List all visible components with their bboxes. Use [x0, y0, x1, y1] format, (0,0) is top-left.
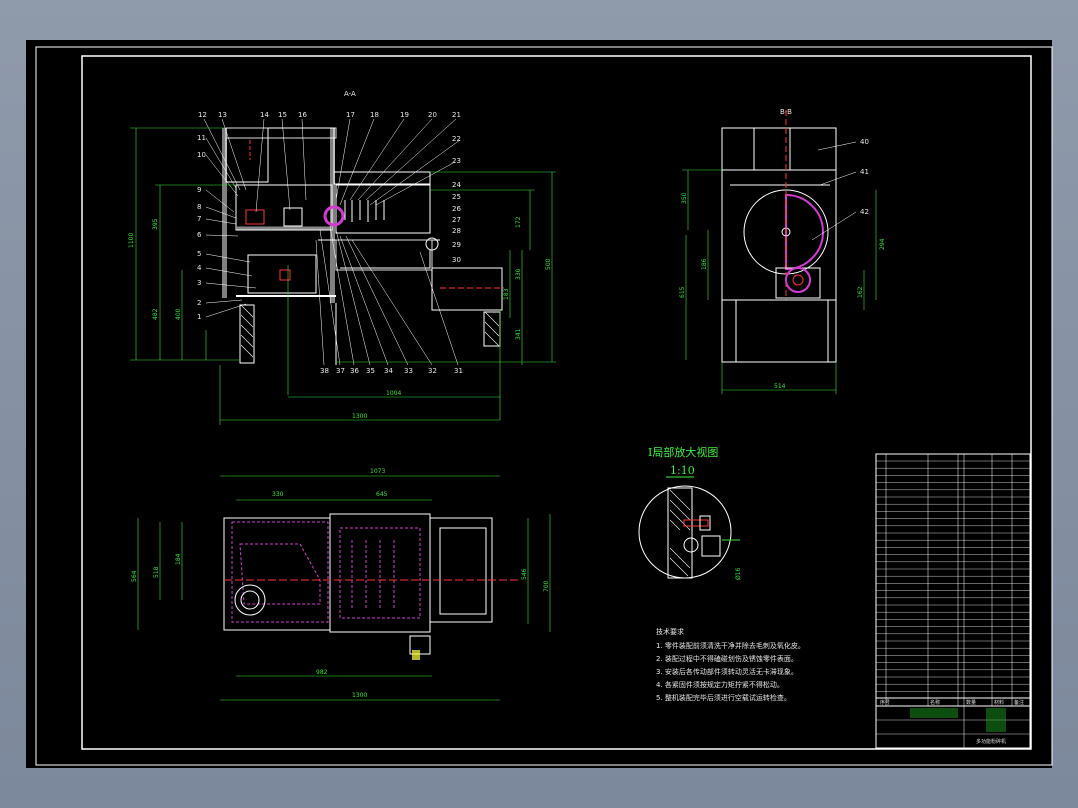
dim-text: 982 [316, 669, 328, 676]
part-no: 31 [454, 367, 463, 375]
part-no: 35 [366, 367, 375, 375]
dim-text: 546 [521, 568, 528, 580]
section-label-front: A-A [344, 90, 356, 98]
part-no: 14 [260, 111, 269, 119]
part-no: 28 [452, 227, 461, 235]
dim-text: 186 [701, 258, 708, 270]
dim-text: 1100 [128, 233, 135, 248]
dim-text: 564 [131, 570, 138, 582]
part-no: 30 [452, 256, 461, 264]
part-no: 16 [298, 111, 307, 119]
dim-text: 482 [152, 308, 159, 320]
dim-text: 400 [175, 308, 182, 320]
bom-header: 材料 [994, 699, 1004, 706]
part-no: 17 [346, 111, 355, 119]
dim-text: 615 [679, 286, 686, 298]
part-no: 21 [452, 111, 461, 119]
part-no: 38 [320, 367, 329, 375]
dim-text: 1300 [352, 692, 367, 699]
cad-drawing-sheet: A-A 12 13 14 15 16 17 18 19 20 21 22 23 … [26, 40, 1053, 768]
part-no: 29 [452, 241, 461, 249]
dim-text: 700 [543, 580, 550, 592]
dim-text: 350 [681, 192, 688, 204]
bom-header: 数量 [966, 699, 976, 706]
dim-text: 645 [376, 491, 388, 498]
part-no: 19 [400, 111, 409, 119]
note-line: 4. 各紧固件须按规定力矩拧紧不得松动。 [656, 680, 784, 689]
dim-text: 294 [879, 238, 886, 250]
part-no: 23 [452, 157, 461, 165]
dim-text: 172 [515, 216, 522, 228]
part-no: 27 [452, 216, 461, 224]
part-no: 40 [860, 138, 869, 146]
part-no: 32 [428, 367, 437, 375]
dim-text: 1004 [386, 390, 401, 397]
part-no: 4 [197, 264, 202, 272]
part-no: 41 [860, 168, 869, 176]
part-no: 8 [197, 203, 201, 211]
dim-text: 1073 [370, 468, 385, 475]
part-no: 10 [197, 151, 206, 159]
part-no: 36 [350, 367, 359, 375]
sheet-background [26, 40, 1052, 768]
dim-text: 341 [515, 328, 522, 340]
bom-header: 名称 [930, 699, 940, 706]
part-no: 12 [198, 111, 207, 119]
dim-text: 330 [272, 491, 284, 498]
detail-scale: 1:10 [670, 464, 695, 477]
detail-dim: Ø16 [735, 567, 742, 580]
dim-text: 500 [545, 258, 552, 270]
part-no: 13 [218, 111, 227, 119]
part-no: 9 [197, 186, 201, 194]
part-no: 20 [428, 111, 437, 119]
dim-text: 330 [515, 268, 522, 280]
part-no: 11 [197, 134, 206, 142]
part-no: 1 [197, 313, 201, 321]
part-no: 6 [197, 231, 202, 239]
bom-header: 序号 [880, 699, 890, 706]
note-line: 2. 装配过程中不得磕碰划伤及锈蚀零件表面。 [656, 654, 798, 663]
part-no: 34 [384, 367, 393, 375]
detail-title: I局部放大视图 [648, 445, 718, 459]
dim-text: 514 [774, 383, 786, 390]
part-no: 2 [197, 299, 201, 307]
part-no: 26 [452, 205, 461, 213]
part-no: 22 [452, 135, 461, 143]
part-no: 5 [197, 250, 201, 258]
part-no: 37 [336, 367, 345, 375]
part-no: 3 [197, 279, 201, 287]
note-line: 3. 安装后各传动部件须转动灵活无卡滞现象。 [656, 667, 798, 676]
part-no: 15 [278, 111, 287, 119]
dim-text: 184 [175, 553, 182, 565]
part-no: 24 [452, 181, 461, 189]
dim-text: 1300 [352, 413, 367, 420]
part-no: 33 [404, 367, 413, 375]
dim-text: 162 [857, 286, 864, 298]
part-no: 42 [860, 208, 869, 216]
notes-title: 技术要求 [656, 627, 684, 636]
part-no: 7 [197, 215, 201, 223]
note-line: 5. 整机装配完毕后须进行空载试运转检查。 [656, 693, 791, 702]
bom-header: 备注 [1014, 699, 1024, 706]
part-no: 25 [452, 193, 461, 201]
note-line: 1. 零件装配前须清洗干净并除去毛刺及氧化皮。 [656, 641, 805, 650]
dim-text: 518 [153, 566, 160, 578]
dim-text: 183 [503, 288, 510, 300]
drawing-name: 多功能粉碎机 [976, 738, 1006, 745]
dim-text: 395 [152, 218, 159, 230]
part-no: 18 [370, 111, 379, 119]
